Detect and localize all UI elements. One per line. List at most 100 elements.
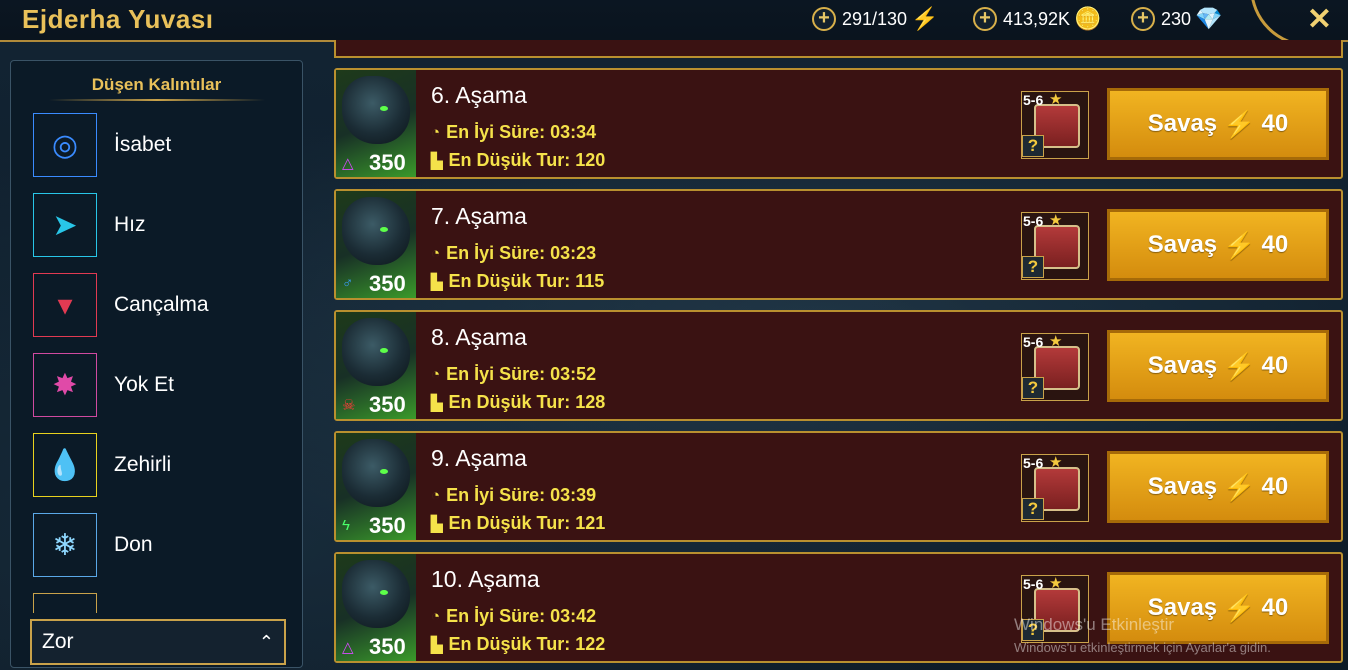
reward-range: 5-6 <box>1023 334 1044 350</box>
question-icon: ? <box>1022 377 1044 399</box>
dropped-relics-panel: Düşen Kalıntılar ◎ İsabet ➤ Hız ▾ Cançal… <box>10 60 303 668</box>
clock-icon: ◔ <box>431 366 441 383</box>
add-gems-button[interactable]: + <box>1131 7 1155 31</box>
magic-affinity-icon: ♂ <box>342 275 354 292</box>
difficulty-value: Zor <box>42 630 74 653</box>
best-time-label: En İyi Süre: 03:39 <box>446 485 597 505</box>
frost-snowflake-icon: ❄ <box>52 528 78 562</box>
relic-lifesteal[interactable]: ▾ <box>33 273 97 337</box>
reward-range: 5-6 <box>1023 213 1044 229</box>
divider <box>49 99 265 101</box>
silver-coin-icon: 🪙 <box>1074 6 1102 31</box>
clock-icon: ◔ <box>431 124 441 141</box>
relic-label-lifesteal: Cançalma <box>114 293 209 316</box>
fight-label: Savaş <box>1147 110 1218 137</box>
page-title: Ejderha Yuvası <box>22 4 214 34</box>
best-time: ◔ En İyi Süre: 03:34 <box>431 122 596 143</box>
add-energy-button[interactable]: + <box>812 7 836 31</box>
energy-cost: 40 <box>1261 594 1289 621</box>
windows-activation-subtitle: Windows'u etkinleştirmek için Ayarlar'a … <box>1014 640 1271 655</box>
turns-icon: ▙ <box>431 152 443 170</box>
boss-portrait: ϟ 350 <box>336 433 416 540</box>
min-turns: ▙ En Düşük Tur: 120 <box>431 150 605 171</box>
fight-button[interactable]: Savaş ⚡ 40 <box>1107 451 1329 523</box>
reward-chest[interactable]: 5-6 ★ ? <box>1021 91 1089 159</box>
lifesteal-fangs-icon: ▾ <box>57 288 73 322</box>
relic-label-frost: Don <box>114 533 153 556</box>
boss-portrait: △ 350 <box>336 70 416 177</box>
stage-name: 10. Aşama <box>431 566 540 592</box>
relic-label-accuracy: İsabet <box>114 133 172 156</box>
dragon-icon <box>342 197 410 265</box>
min-turns-label: En Düşük Tur: 122 <box>448 634 606 654</box>
reward-chest[interactable]: 5-6 ★ ? <box>1021 212 1089 280</box>
stage-row-partial <box>334 40 1343 58</box>
difficulty-dropdown[interactable]: Zor ⌃ <box>30 619 286 665</box>
reward-chest[interactable]: 5-6 ★ ? <box>1021 454 1089 522</box>
reward-range: 5-6 <box>1023 92 1044 108</box>
turns-icon: ▙ <box>431 636 443 654</box>
dragon-icon <box>342 76 410 144</box>
energy-bolt-icon: ⚡ <box>1223 471 1256 502</box>
boss-portrait: ☠ 350 <box>336 312 416 419</box>
min-turns: ▙ En Düşük Tur: 115 <box>431 271 604 292</box>
energy-value: 291/130 <box>842 8 908 29</box>
min-turns-label: En Düşük Tur: 120 <box>448 150 606 170</box>
best-time-label: En İyi Süre: 03:23 <box>446 243 597 263</box>
boss-power: 350 <box>369 150 406 175</box>
fight-label: Savaş <box>1147 473 1218 500</box>
destroy-icon: ✸ <box>52 368 78 402</box>
clock-icon: ◔ <box>431 487 441 504</box>
turns-icon: ▙ <box>431 515 443 533</box>
panel-title: Düşen Kalıntılar <box>91 75 222 94</box>
stage-name: 7. Aşama <box>431 203 527 229</box>
boss-power: 350 <box>369 392 406 417</box>
clock-icon: ◔ <box>431 608 441 625</box>
stage-name: 8. Aşama <box>431 324 527 350</box>
energy-bolt-icon: ⚡ <box>1223 229 1256 260</box>
question-icon: ? <box>1022 498 1044 520</box>
close-icon[interactable]: ✕ <box>1307 2 1332 37</box>
force-affinity-icon: ϟ <box>342 517 350 534</box>
relic-speed[interactable]: ➤ <box>33 193 97 257</box>
star-icon: ★ <box>1049 333 1063 350</box>
fight-label: Savaş <box>1147 231 1218 258</box>
min-turns: ▙ En Düşük Tur: 122 <box>431 634 605 655</box>
energy-bolt-icon: ⚡ <box>1223 350 1256 381</box>
relic-destroy[interactable]: ✸ <box>33 353 97 417</box>
clock-icon: ◔ <box>431 245 441 262</box>
silver-value: 413,92K <box>1003 8 1071 29</box>
fight-button[interactable]: Savaş ⚡ 40 <box>1107 330 1329 402</box>
star-icon: ★ <box>1049 212 1063 229</box>
accuracy-target-icon: ◎ <box>51 128 79 162</box>
reward-chest[interactable]: 5-6 ★ ? <box>1021 333 1089 401</box>
star-icon: ★ <box>1049 454 1063 471</box>
boss-portrait: ♂ 350 <box>336 191 416 298</box>
fight-button[interactable]: Savaş ⚡ 40 <box>1107 209 1329 281</box>
dragon-icon <box>342 560 410 628</box>
turns-icon: ▙ <box>431 394 443 412</box>
min-turns-label: En Düşük Tur: 121 <box>448 513 606 533</box>
stage-row: ϟ 350 9. Aşama ◔ En İyi Süre: 03:39 ▙ En… <box>334 431 1343 542</box>
fight-button[interactable]: Savaş ⚡ 40 <box>1107 88 1329 160</box>
relic-poison[interactable]: 💧 <box>33 433 97 497</box>
relic-accuracy[interactable]: ◎ <box>33 113 97 177</box>
min-turns: ▙ En Düşük Tur: 121 <box>431 513 605 534</box>
relic-partial <box>33 593 97 613</box>
add-silver-button[interactable]: + <box>973 7 997 31</box>
best-time-label: En İyi Süre: 03:42 <box>446 606 597 626</box>
best-time-label: En İyi Süre: 03:34 <box>446 122 597 142</box>
energy-cost: 40 <box>1261 352 1289 379</box>
relic-frost[interactable]: ❄ <box>33 513 97 577</box>
best-time: ◔ En İyi Süre: 03:39 <box>431 485 596 506</box>
stage-row: ☠ 350 8. Aşama ◔ En İyi Süre: 03:52 ▙ En… <box>334 310 1343 421</box>
energy-cost: 40 <box>1261 473 1289 500</box>
top-bar: Ejderha Yuvası + 291/130 ⚡ + 413,92K 🪙 +… <box>0 0 1348 47</box>
energy-bolt-icon: ⚡ <box>911 6 939 31</box>
dragon-icon <box>342 318 410 386</box>
relic-label-poison: Zehirli <box>114 453 172 476</box>
min-turns: ▙ En Düşük Tur: 128 <box>431 392 605 413</box>
speed-icon: ➤ <box>52 208 78 242</box>
best-time: ◔ En İyi Süre: 03:52 <box>431 364 596 385</box>
energy-bolt-icon: ⚡ <box>1223 592 1256 623</box>
